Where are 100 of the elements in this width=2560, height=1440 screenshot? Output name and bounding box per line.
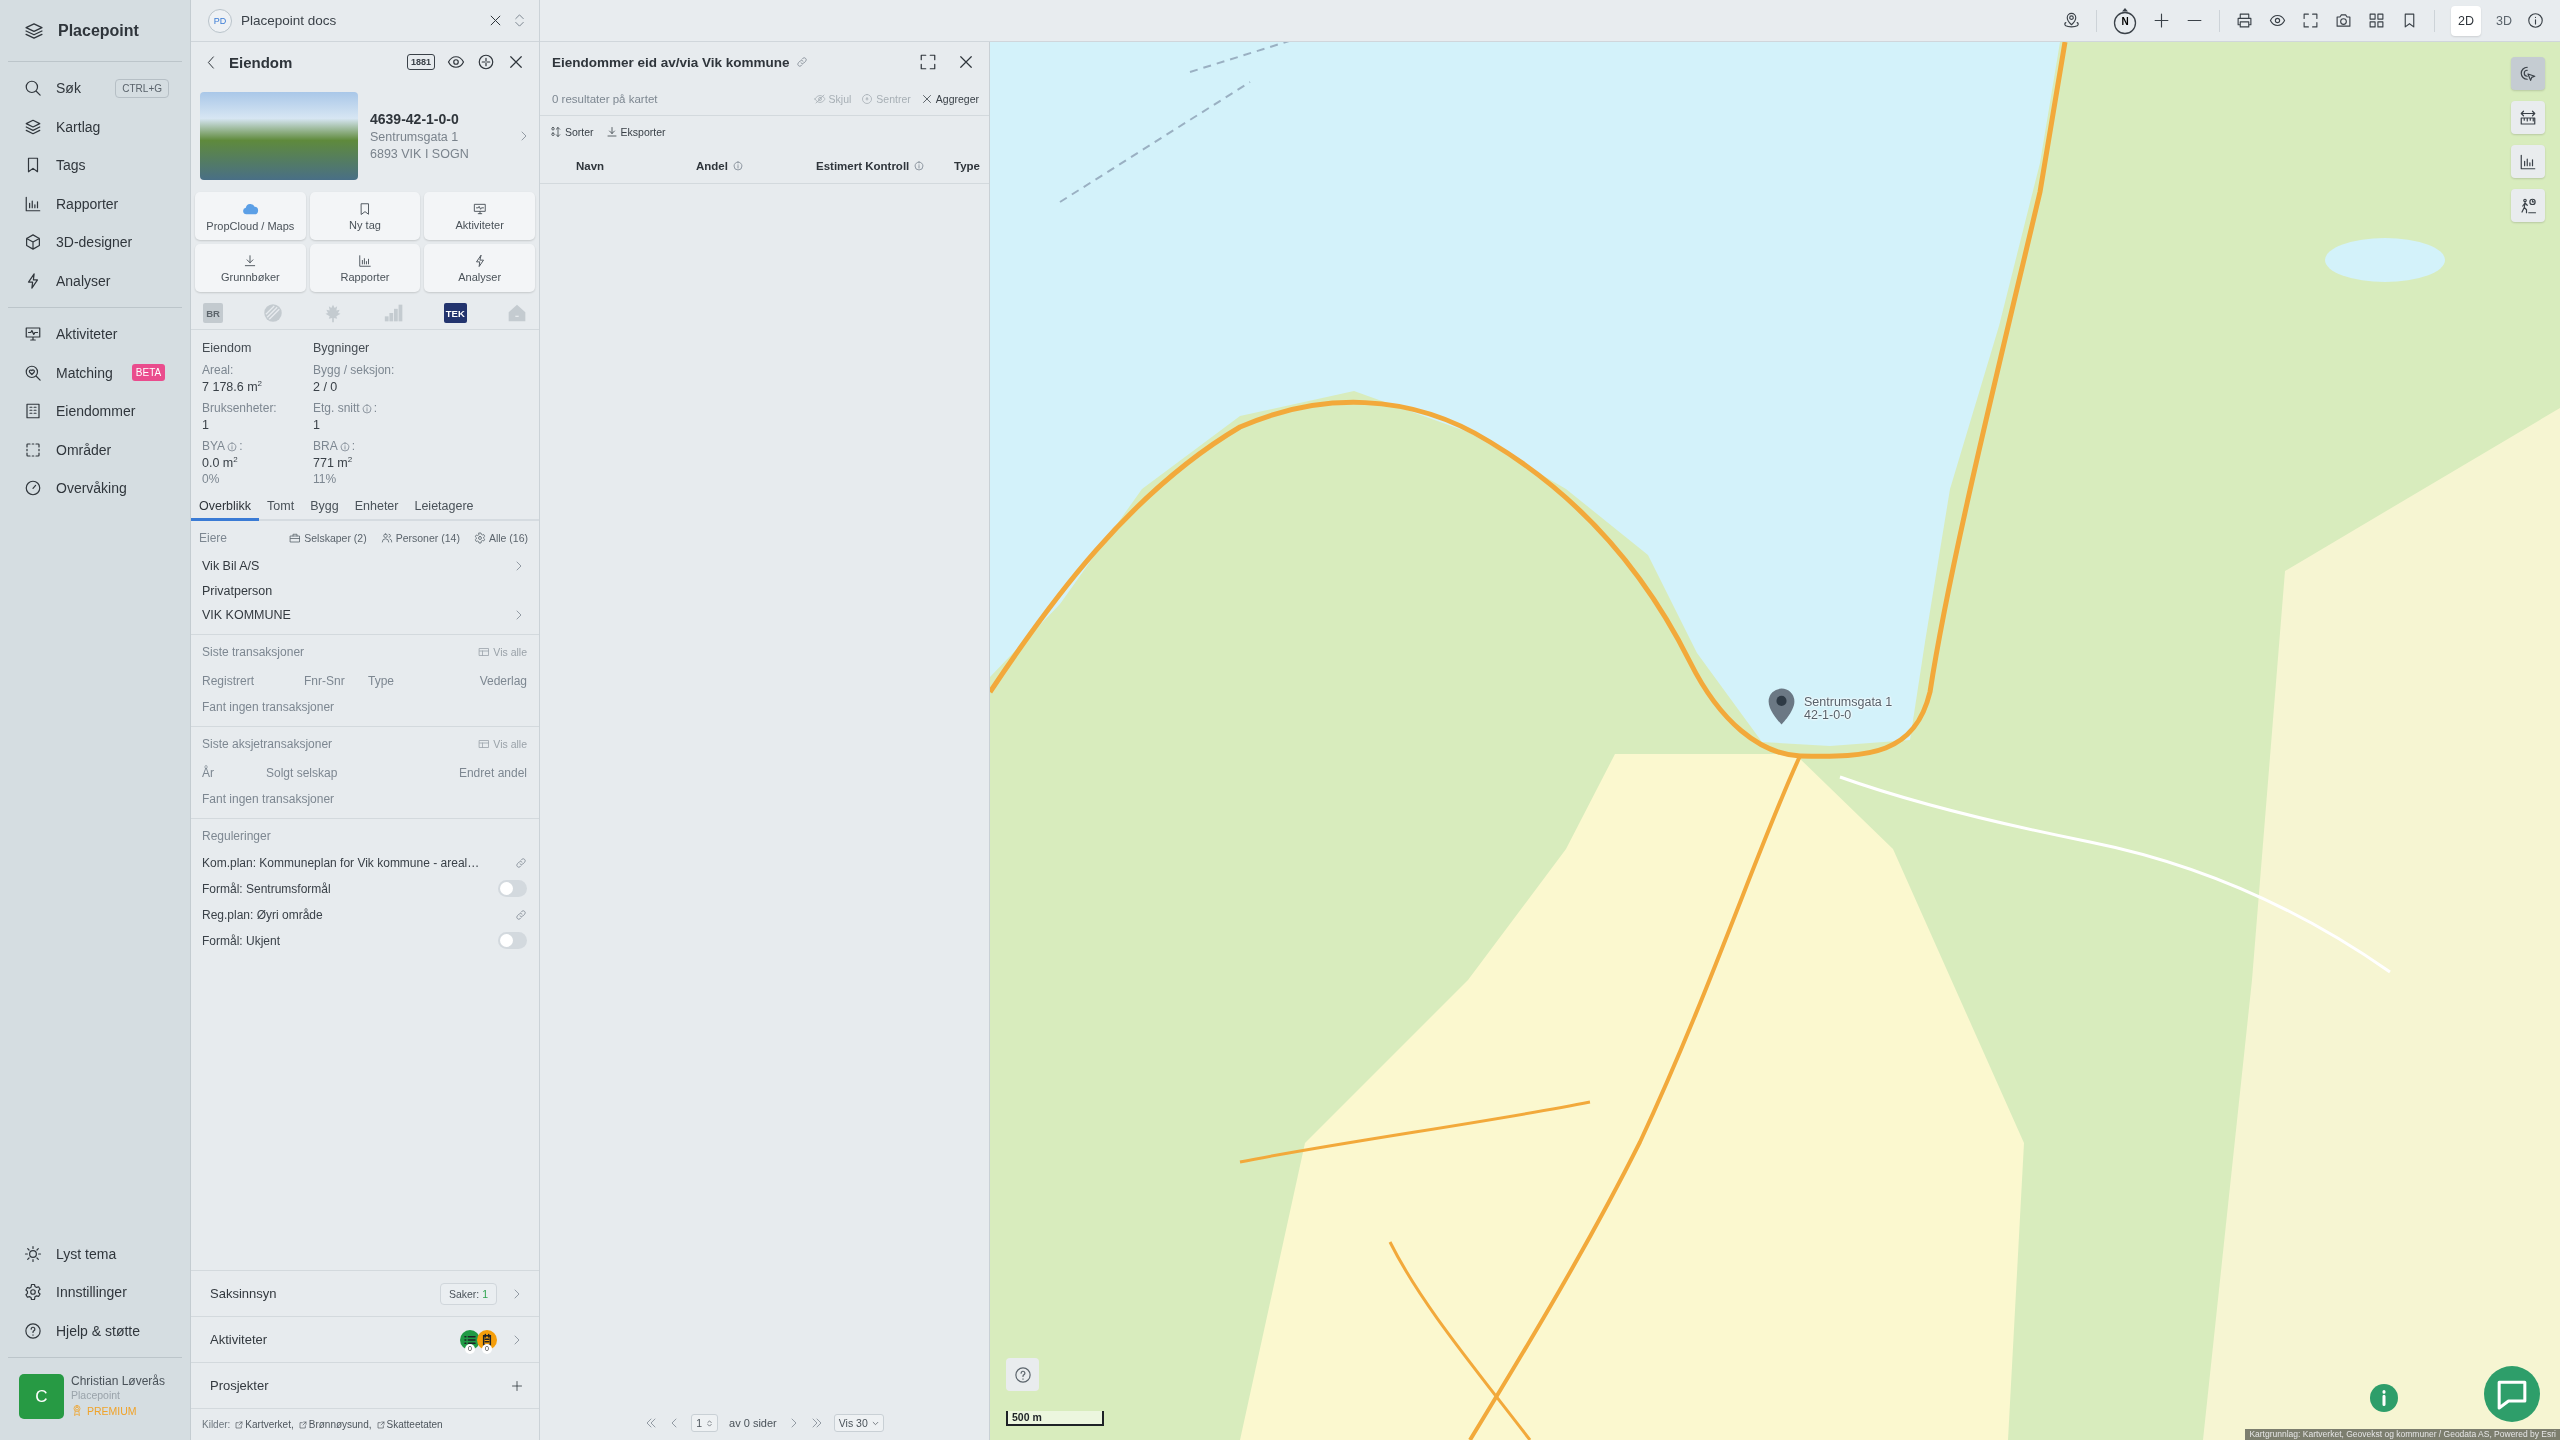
nav-item[interactable]: Rapporter: [8, 184, 182, 223]
first-page-icon[interactable]: [645, 1417, 658, 1429]
column-header: Fnr-Snr: [304, 673, 346, 688]
page-select[interactable]: 1: [691, 1414, 719, 1432]
nav-item[interactable]: Områder: [8, 430, 182, 469]
close-icon[interactable]: [488, 13, 503, 28]
nav-item[interactable]: Hjelp & støtte: [8, 1311, 182, 1350]
property-id: 4639-42-1-0-0: [370, 111, 460, 127]
action-button[interactable]: PropCloud / Maps: [195, 192, 306, 240]
nav-item[interactable]: Eiendommer: [8, 392, 182, 431]
directory-button[interactable]: 1881: [406, 54, 435, 70]
tab[interactable]: Tomt: [259, 494, 303, 521]
link-icon[interactable]: [515, 908, 527, 921]
crosshair-icon[interactable]: [477, 53, 495, 71]
map-tool-button[interactable]: [2511, 145, 2545, 178]
column-header[interactable]: Navn: [576, 159, 605, 172]
grid-icon[interactable]: [2368, 12, 2385, 29]
source-link[interactable]: Brønnøysund,: [298, 1419, 372, 1430]
external-link-icon: [235, 1420, 244, 1429]
nav-item[interactable]: Overvåking: [8, 469, 182, 508]
source-logo[interactable]: TEK: [443, 303, 467, 323]
fact-label: BYA: [202, 438, 226, 455]
nav-item[interactable]: Søk CTRL+G: [8, 69, 182, 108]
workspace-name[interactable]: Placepoint docs: [241, 13, 479, 28]
column-header[interactable]: Type: [954, 159, 980, 172]
action-button[interactable]: Ny tag: [309, 192, 421, 240]
source-link[interactable]: Skatteetaten: [376, 1419, 443, 1430]
nav-item[interactable]: Lyst tema: [8, 1234, 182, 1273]
help-button[interactable]: [1006, 1358, 1039, 1391]
owner-filter[interactable]: Alle (16): [470, 530, 531, 546]
action-button[interactable]: Grunnbøker: [195, 244, 306, 292]
fact-label: Etg. snitt: [313, 400, 360, 417]
case-count-tag: Saker: 1: [439, 1282, 497, 1305]
tab[interactable]: Leietagere: [406, 494, 482, 521]
label-colon: :: [373, 400, 378, 417]
owner-name[interactable]: Privatperson: [202, 583, 273, 598]
camera-icon[interactable]: [2335, 12, 2352, 29]
up-down-icon[interactable]: [512, 13, 527, 28]
action-button[interactable]: Analyser: [424, 244, 535, 292]
regulation-text: Formål: Ukjent: [202, 933, 281, 948]
building-icon: [24, 402, 42, 421]
map-tool-button[interactable]: [2511, 101, 2545, 134]
toggle-switch[interactable]: [498, 880, 527, 897]
eye-icon[interactable]: [2269, 12, 2286, 29]
nav-item[interactable]: Aktiviteter: [8, 315, 182, 354]
owner-filter[interactable]: Personer (14): [377, 530, 463, 546]
owner-filter[interactable]: Selskaper (2): [286, 530, 370, 546]
compass-icon: [2113, 6, 2137, 35]
fullscreen-icon[interactable]: [919, 53, 937, 71]
nav-item[interactable]: Kartlag: [8, 107, 182, 146]
print-icon[interactable]: [2236, 12, 2253, 29]
toggle-switch[interactable]: [498, 932, 527, 949]
map-tool-button[interactable]: [2511, 189, 2545, 222]
nav-item[interactable]: Innstillinger: [8, 1273, 182, 1312]
close-icon[interactable]: [507, 53, 525, 71]
people-icon: [380, 532, 393, 544]
fullscreen-icon[interactable]: [2302, 12, 2319, 29]
column-header[interactable]: Estimert Kontroll: [816, 159, 910, 172]
tab[interactable]: Enheter: [346, 494, 407, 521]
zoom-in-icon[interactable]: [2153, 12, 2170, 29]
owners-label: Eiere: [199, 531, 227, 545]
eye-off-icon: [813, 92, 826, 105]
bar-chart-icon: [358, 253, 372, 268]
source-link[interactable]: Kartverket,: [235, 1419, 294, 1430]
fact-value: 7 178.6 m$^{2}$: [202, 379, 264, 396]
nav-item[interactable]: Tags: [8, 146, 182, 185]
page-size-select[interactable]: Vis 30: [833, 1414, 884, 1432]
user-name: Christian Løverås: [71, 1374, 166, 1389]
map-pin-icon[interactable]: [2063, 12, 2080, 29]
nav-item[interactable]: 3D-designer: [8, 223, 182, 262]
toolbar-button[interactable]: Sorter: [550, 126, 594, 138]
link-icon[interactable]: [795, 56, 808, 68]
tab[interactable]: Bygg: [302, 494, 347, 521]
info-icon[interactable]: [2527, 12, 2544, 29]
photo-placeholder[interactable]: [200, 92, 358, 180]
link-icon[interactable]: [515, 856, 527, 869]
owner-name[interactable]: VIK KOMMUNE: [202, 608, 291, 623]
map-marker-icon[interactable]: [1768, 688, 1795, 725]
view-mode-toggle[interactable]: 3D: [2489, 5, 2519, 36]
compass-button[interactable]: N: [2113, 6, 2137, 35]
fact-value: 771 m$^{2}$: [313, 455, 354, 472]
close-icon[interactable]: [957, 53, 975, 71]
owner-name[interactable]: Vik Bil A/S: [202, 559, 260, 574]
eye-icon[interactable]: [447, 53, 465, 71]
section-header[interactable]: Saksinnsyn Saker: 1: [191, 1270, 539, 1316]
column-header[interactable]: Andel: [696, 159, 728, 172]
results-action[interactable]: Aggreger: [920, 92, 979, 105]
map-tool-button[interactable]: [2511, 57, 2545, 90]
user-avatar[interactable]: C: [19, 1374, 64, 1419]
toolbar-button[interactable]: Eksporter: [605, 126, 666, 138]
nav-item[interactable]: Matching BETA: [8, 353, 182, 392]
action-button[interactable]: Aktiviteter: [424, 192, 535, 240]
chat-icon[interactable]: [2484, 1366, 2540, 1422]
nav-item[interactable]: Analyser: [8, 261, 182, 300]
column-header: Solgt selskap: [266, 765, 339, 780]
view-mode-toggle[interactable]: 2D: [2451, 5, 2481, 36]
tab[interactable]: Overblikk: [191, 494, 260, 521]
last-page-icon[interactable]: [810, 1417, 823, 1429]
section-header[interactable]: Prosjekter: [191, 1362, 539, 1408]
action-button[interactable]: Rapporter: [309, 244, 421, 292]
